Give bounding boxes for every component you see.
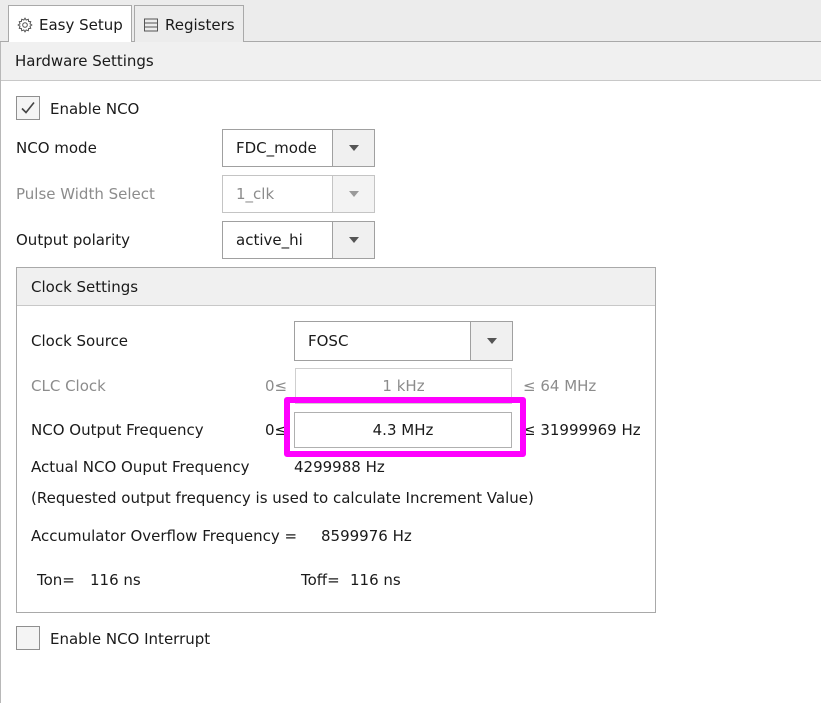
- section-title: Clock Settings: [31, 277, 139, 296]
- accumulator-overflow-value: 8599976 Hz: [321, 527, 412, 545]
- hardware-settings-header: Hardware Settings: [1, 42, 821, 81]
- tab-label: Easy Setup: [39, 15, 123, 34]
- tab-label: Registers: [165, 15, 235, 34]
- clock-source-label: Clock Source: [31, 332, 129, 350]
- nco-mode-value: FDC_mode: [236, 139, 317, 157]
- enable-nco-interrupt-label: Enable NCO Interrupt: [50, 630, 211, 648]
- enable-nco-interrupt-checkbox[interactable]: [16, 626, 40, 650]
- enable-nco-label: Enable NCO: [50, 100, 140, 118]
- easy-setup-panel: Hardware Settings Enable NCO NCO mode FD…: [0, 42, 821, 703]
- nco-mode-label: NCO mode: [16, 139, 97, 157]
- clc-clock-label: CLC Clock: [31, 377, 106, 395]
- toff-label: Toff=: [301, 571, 340, 589]
- tab-bar: Easy Setup Registers: [0, 0, 821, 43]
- nco-output-frequency-max: ≤ 31999969 Hz: [523, 421, 641, 439]
- chevron-down-icon[interactable]: [332, 222, 374, 258]
- chevron-down-icon[interactable]: [470, 322, 512, 360]
- list-icon: [142, 16, 160, 34]
- ton-label: Ton=: [37, 571, 75, 589]
- enable-nco-checkbox[interactable]: [16, 96, 40, 120]
- clock-source-select[interactable]: FOSC: [294, 321, 513, 361]
- output-polarity-label: Output polarity: [16, 231, 131, 249]
- actual-nco-frequency-value: 4299988 Hz: [294, 458, 385, 476]
- nco-output-frequency-label: NCO Output Frequency: [31, 421, 204, 439]
- chevron-down-icon[interactable]: [332, 130, 374, 166]
- pulse-width-select[interactable]: 1_clk: [222, 175, 375, 213]
- actual-nco-frequency-label: Actual NCO Ouput Frequency: [31, 458, 250, 476]
- clc-clock-min: 0≤: [265, 377, 288, 395]
- ton-value: 116 ns: [90, 571, 141, 589]
- output-polarity-value: active_hi: [236, 231, 303, 249]
- clock-settings-header: Clock Settings: [17, 268, 655, 306]
- increment-note: (Requested output frequency is used to c…: [31, 489, 534, 507]
- clc-clock-value: 1 kHz: [382, 377, 425, 395]
- checkmark-icon: [21, 102, 35, 114]
- output-polarity-select[interactable]: active_hi: [222, 221, 375, 259]
- pulse-width-label: Pulse Width Select: [16, 185, 155, 203]
- pulse-width-value: 1_clk: [236, 185, 275, 203]
- clock-source-value: FOSC: [308, 332, 349, 350]
- chevron-down-icon[interactable]: [332, 176, 374, 212]
- toff-value: 116 ns: [350, 571, 401, 589]
- nco-mode-select[interactable]: FDC_mode: [222, 129, 375, 167]
- accumulator-overflow-label: Accumulator Overflow Frequency =: [31, 527, 298, 545]
- gear-icon: [16, 16, 34, 34]
- highlight-box: [284, 397, 526, 457]
- section-title: Hardware Settings: [15, 52, 154, 70]
- tab-easy-setup[interactable]: Easy Setup: [8, 5, 132, 43]
- clc-clock-max: ≤ 64 MHz: [523, 377, 597, 395]
- tab-registers[interactable]: Registers: [134, 5, 244, 43]
